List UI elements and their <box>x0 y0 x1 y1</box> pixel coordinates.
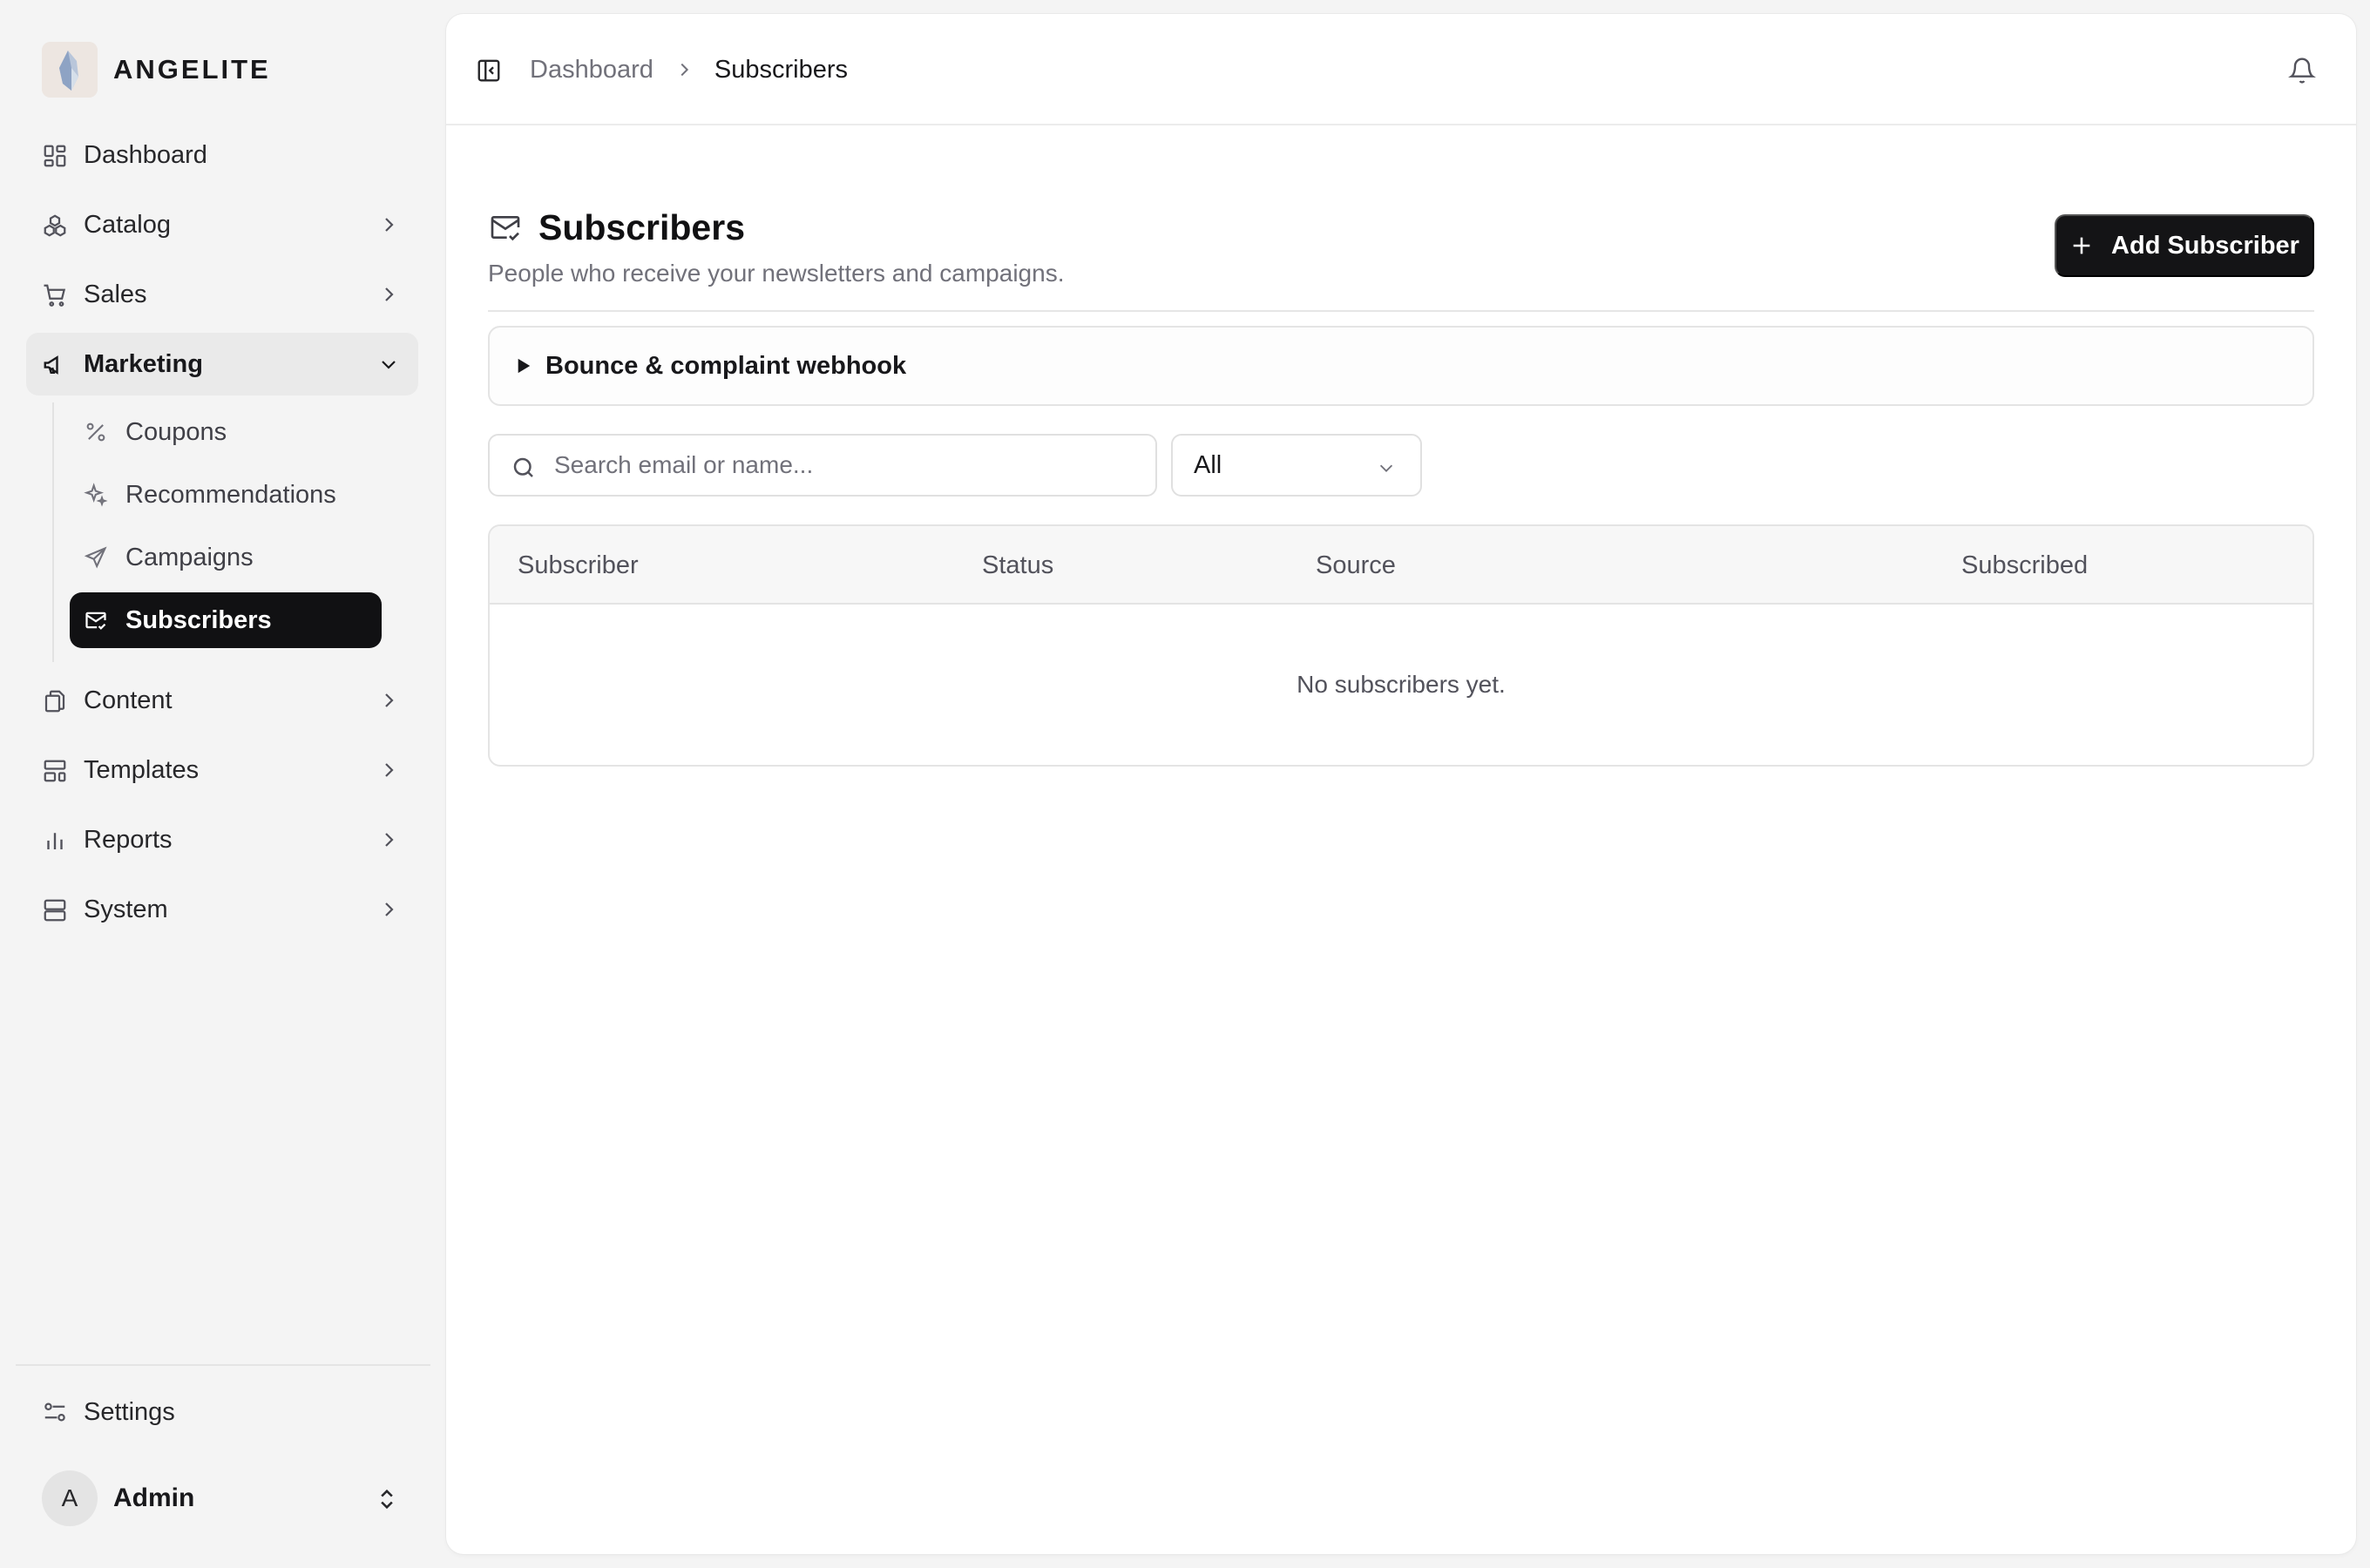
boxes-icon <box>42 213 68 239</box>
breadcrumb-link-dashboard[interactable]: Dashboard <box>530 56 653 84</box>
sidebar-item-sales[interactable]: Sales <box>26 263 418 326</box>
add-subscriber-button[interactable]: Add Subscriber <box>2055 214 2314 277</box>
add-subscriber-label: Add Subscriber <box>2111 231 2299 260</box>
chevron-right-icon <box>378 214 399 235</box>
sidebar-item-label: Templates <box>84 755 200 784</box>
breadcrumb-current: Subscribers <box>714 55 848 84</box>
status-filter-select[interactable]: All <box>1171 434 1422 497</box>
sidebar-item-label: Dashboard <box>84 140 207 169</box>
sidebar-item-label: Reports <box>84 825 173 854</box>
sidebar-item-templates[interactable]: Templates <box>26 739 418 801</box>
percent-icon <box>84 420 108 444</box>
search-field[interactable] <box>488 434 1157 497</box>
column-header-subscriber[interactable]: Subscriber <box>518 526 639 605</box>
mail-check-icon <box>488 210 523 245</box>
chevron-right-icon <box>378 690 399 711</box>
chevron-down-icon <box>1379 464 1393 472</box>
chevron-right-icon <box>378 829 399 850</box>
sidebar-toggle-icon[interactable] <box>476 57 502 84</box>
column-header-subscribed[interactable]: Subscribed <box>1961 526 2088 605</box>
sidebar-item-subscribers[interactable]: Subscribers <box>70 592 382 648</box>
sidebar-item-settings[interactable]: Settings <box>26 1382 418 1443</box>
bar-chart-icon <box>42 828 68 854</box>
user-menu[interactable]: A Admin <box>26 1463 418 1533</box>
send-icon <box>84 545 108 570</box>
sidebar-item-label: Content <box>84 686 173 714</box>
sidebar-item-marketing[interactable]: Marketing <box>26 333 418 395</box>
megaphone-icon <box>42 352 68 378</box>
chevron-down-icon <box>378 354 399 375</box>
layout-template-icon <box>42 758 68 784</box>
column-header-status[interactable]: Status <box>982 526 1053 605</box>
topbar: Dashboard Subscribers <box>446 14 2356 125</box>
sidebar-item-label: Recommendations <box>125 480 336 509</box>
avatar: A <box>42 1470 98 1526</box>
subscribers-table: Subscriber Status Source Subscribed No s… <box>488 524 2314 767</box>
breadcrumb: Dashboard Subscribers <box>530 14 848 125</box>
sidebar-item-dashboard[interactable]: Dashboard <box>26 124 418 186</box>
chevron-right-icon <box>674 60 694 79</box>
sidebar-item-label: Coupons <box>125 417 227 446</box>
triangle-right-icon <box>518 358 531 374</box>
brand[interactable]: ANGELITE <box>42 42 271 98</box>
sidebar-divider <box>16 1364 430 1366</box>
webhook-label: Bounce & complaint webhook <box>545 351 907 380</box>
sidebar-item-label: System <box>84 895 168 923</box>
plus-icon <box>2073 237 2090 254</box>
chevron-right-icon <box>378 760 399 781</box>
sparkles-icon <box>84 483 108 507</box>
sidebar-item-label: Catalog <box>84 210 171 239</box>
search-icon <box>513 457 533 477</box>
chevron-right-icon <box>378 284 399 305</box>
sidebar-item-label: Campaigns <box>125 543 254 571</box>
search-input[interactable] <box>554 451 1129 479</box>
chevron-right-icon <box>378 899 399 920</box>
mail-check-icon <box>84 608 108 632</box>
shopping-cart-icon <box>42 282 68 308</box>
chevrons-up-down-icon <box>375 1486 399 1512</box>
sidebar-item-recommendations[interactable]: Recommendations <box>70 467 382 523</box>
sidebar-item-label: Settings <box>84 1397 175 1426</box>
bell-icon[interactable] <box>2288 56 2316 85</box>
sidebar-nav: Dashboard Catalog Sales Marketing Coupon… <box>26 124 418 948</box>
sidebar-item-label: Marketing <box>84 349 203 378</box>
status-filter-value: All <box>1194 450 1222 479</box>
page-header: Subscribers People who receive your news… <box>488 206 2314 312</box>
sidebar-item-catalog[interactable]: Catalog <box>26 193 418 256</box>
sidebar-item-content[interactable]: Content <box>26 669 418 732</box>
sidebar-item-campaigns[interactable]: Campaigns <box>70 530 382 585</box>
server-icon <box>42 897 68 923</box>
files-icon <box>42 688 68 714</box>
webhook-disclosure[interactable]: Bounce & complaint webhook <box>488 326 2314 406</box>
marketing-submenu: Coupons Recommendations Campaigns Subscr… <box>52 402 418 662</box>
empty-state-message: No subscribers yet. <box>1297 671 1506 698</box>
sidebar-item-system[interactable]: System <box>26 878 418 941</box>
sidebar-item-label: Subscribers <box>125 605 272 634</box>
table-header: Subscriber Status Source Subscribed <box>490 526 2312 605</box>
brand-name: ANGELITE <box>113 54 271 84</box>
user-name: Admin <box>113 1484 195 1512</box>
sidebar: ANGELITE Dashboard Catalog Sales Marketi… <box>0 0 444 1568</box>
column-header-source[interactable]: Source <box>1316 526 1396 605</box>
sidebar-item-label: Sales <box>84 280 147 308</box>
sidebar-item-reports[interactable]: Reports <box>26 808 418 871</box>
sliders-icon <box>42 1399 68 1425</box>
sidebar-item-coupons[interactable]: Coupons <box>70 404 382 460</box>
main-panel: Dashboard Subscribers Subscribers People… <box>446 14 2356 1554</box>
layout-grid-icon <box>42 143 68 169</box>
brand-logo <box>42 42 98 98</box>
page-subtitle: People who receive your newsletters and … <box>488 260 1065 287</box>
page-title: Subscribers <box>538 206 745 247</box>
